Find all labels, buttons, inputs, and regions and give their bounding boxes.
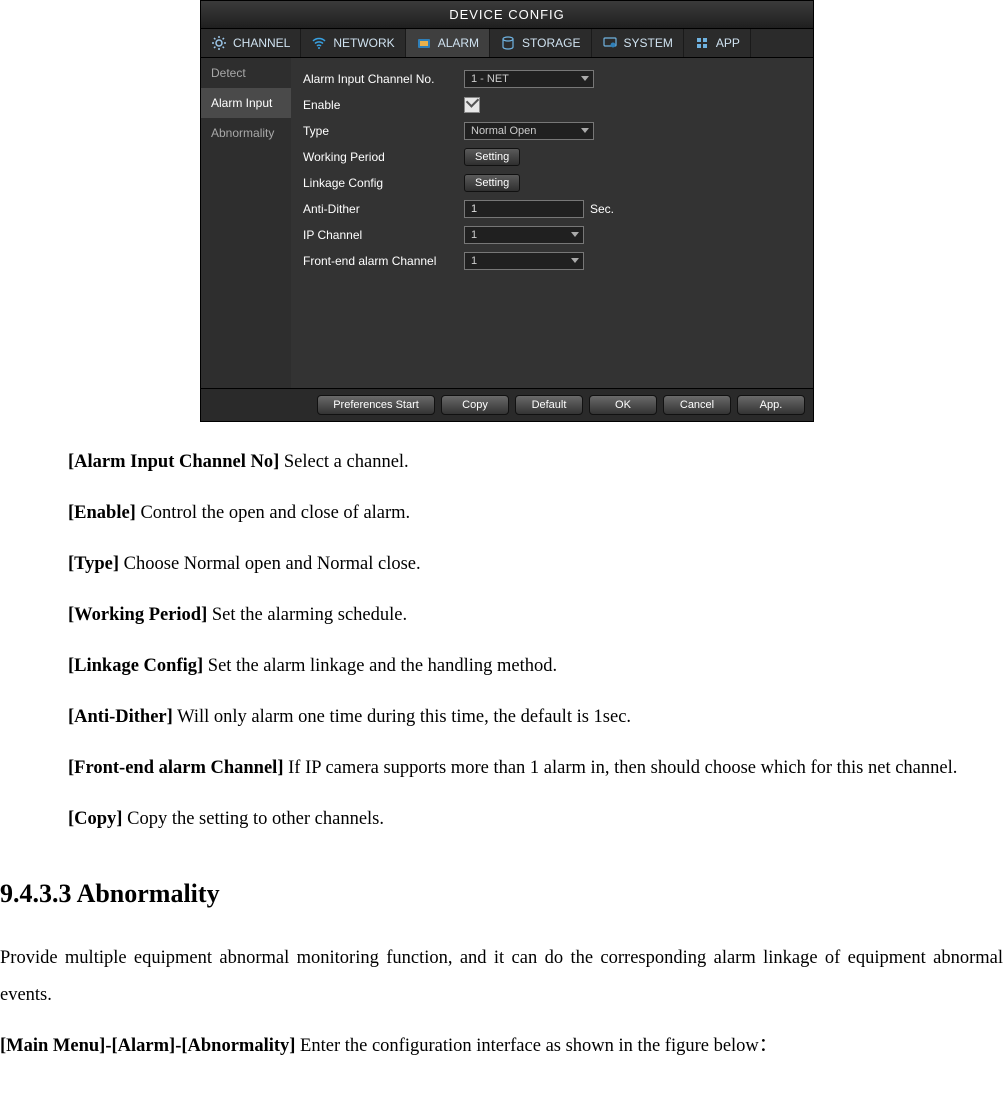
doc-desc: Control the open and close of alarm. bbox=[136, 503, 410, 523]
gear-icon bbox=[211, 35, 227, 51]
doc-term: [Copy] bbox=[68, 809, 122, 829]
label-alarm-channel: Alarm Input Channel No. bbox=[303, 72, 458, 86]
doc-term: [Anti-Dither] bbox=[68, 707, 173, 727]
doc-item: [Linkage Config] Set the alarm linkage a… bbox=[68, 648, 1003, 685]
doc-item: [Enable] Control the open and close of a… bbox=[68, 495, 1003, 532]
document-body: [Alarm Input Channel No] Select a channe… bbox=[0, 422, 1003, 1065]
form-area: Alarm Input Channel No. 1 - NET Enable T… bbox=[291, 58, 813, 388]
doc-desc: If IP camera supports more than 1 alarm … bbox=[284, 758, 958, 778]
tab-label: APP bbox=[716, 36, 740, 50]
doc-desc: Set the alarm linkage and the handling m… bbox=[203, 656, 557, 676]
btn-app[interactable]: App. bbox=[737, 395, 805, 415]
label-linkage: Linkage Config bbox=[303, 176, 458, 190]
section-heading: 9.4.3.3 Abnormality bbox=[0, 868, 1003, 920]
label-working-period: Working Period bbox=[303, 150, 458, 164]
checkbox-enable[interactable] bbox=[464, 97, 480, 113]
btn-working-period-setting[interactable]: Setting bbox=[464, 148, 520, 166]
doc-term: [Enable] bbox=[68, 503, 136, 523]
tab-label: STORAGE bbox=[522, 36, 580, 50]
label-type: Type bbox=[303, 124, 458, 138]
tab-network[interactable]: NETWORK bbox=[301, 29, 405, 57]
btn-linkage-setting[interactable]: Setting bbox=[464, 174, 520, 192]
label-enable: Enable bbox=[303, 98, 458, 112]
tab-alarm[interactable]: ALARM bbox=[406, 29, 490, 57]
label-anti-dither: Anti-Dither bbox=[303, 202, 458, 216]
doc-item: [Anti-Dither] Will only alarm one time d… bbox=[68, 699, 1003, 736]
doc-term: [Type] bbox=[68, 554, 119, 574]
tab-label: SYSTEM bbox=[624, 36, 673, 50]
nav-line: [Main Menu]-[Alarm]-[Abnormality] Enter … bbox=[0, 1028, 1003, 1065]
label-ip-channel: IP Channel bbox=[303, 228, 458, 242]
doc-desc: Set the alarming schedule. bbox=[207, 605, 407, 625]
select-front-end[interactable]: 1 bbox=[464, 252, 584, 270]
window-body: Detect Alarm Input Abnormality Alarm Inp… bbox=[201, 58, 813, 388]
nav-rest: Enter the configuration interface as sho… bbox=[295, 1036, 777, 1056]
sidebar-item-alarm-input[interactable]: Alarm Input bbox=[201, 88, 291, 118]
select-ip-channel[interactable]: 1 bbox=[464, 226, 584, 244]
section-paragraph: Provide multiple equipment abnormal moni… bbox=[0, 940, 1003, 1014]
sidebar: Detect Alarm Input Abnormality bbox=[201, 58, 291, 388]
doc-item: [Working Period] Set the alarming schedu… bbox=[68, 597, 1003, 634]
select-type[interactable]: Normal Open bbox=[464, 122, 594, 140]
storage-icon bbox=[500, 35, 516, 51]
alarm-icon bbox=[416, 35, 432, 51]
btn-ok[interactable]: OK bbox=[589, 395, 657, 415]
doc-item: [Front-end alarm Channel] If IP camera s… bbox=[68, 750, 1003, 787]
tab-label: CHANNEL bbox=[233, 36, 290, 50]
doc-desc: Select a channel. bbox=[279, 452, 408, 472]
label-sec: Sec. bbox=[590, 202, 614, 216]
nav-bold: [Main Menu]-[Alarm]-[Abnormality] bbox=[0, 1036, 295, 1056]
btn-preferences-start[interactable]: Preferences Start bbox=[317, 395, 435, 415]
select-alarm-channel[interactable]: 1 - NET bbox=[464, 70, 594, 88]
sidebar-item-abnormality[interactable]: Abnormality bbox=[201, 118, 291, 148]
tab-label: NETWORK bbox=[333, 36, 394, 50]
footer-buttons: Preferences Start Copy Default OK Cancel… bbox=[201, 388, 813, 421]
btn-copy[interactable]: Copy bbox=[441, 395, 509, 415]
doc-item: [Copy] Copy the setting to other channel… bbox=[68, 801, 1003, 838]
btn-default[interactable]: Default bbox=[515, 395, 583, 415]
doc-term: [Linkage Config] bbox=[68, 656, 203, 676]
btn-cancel[interactable]: Cancel bbox=[663, 395, 731, 415]
app-icon bbox=[694, 35, 710, 51]
window-title: DEVICE CONFIG bbox=[201, 1, 813, 29]
doc-term: [Working Period] bbox=[68, 605, 207, 625]
doc-item: [Alarm Input Channel No] Select a channe… bbox=[68, 444, 1003, 481]
tab-label: ALARM bbox=[438, 36, 479, 50]
sidebar-item-detect[interactable]: Detect bbox=[201, 58, 291, 88]
doc-term: [Alarm Input Channel No] bbox=[68, 452, 279, 472]
top-tabs: CHANNEL NETWORK ALARM STORAGE bbox=[201, 29, 813, 58]
input-anti-dither[interactable] bbox=[464, 200, 584, 218]
doc-term: [Front-end alarm Channel] bbox=[68, 758, 284, 778]
doc-item: [Type] Choose Normal open and Normal clo… bbox=[68, 546, 1003, 583]
tab-system[interactable]: SYSTEM bbox=[592, 29, 684, 57]
doc-desc: Copy the setting to other channels. bbox=[122, 809, 384, 829]
doc-desc: Choose Normal open and Normal close. bbox=[119, 554, 421, 574]
tab-app[interactable]: APP bbox=[684, 29, 751, 57]
wifi-icon bbox=[311, 35, 327, 51]
tab-channel[interactable]: CHANNEL bbox=[201, 29, 301, 57]
doc-desc: Will only alarm one time during this tim… bbox=[173, 707, 631, 727]
tab-storage[interactable]: STORAGE bbox=[490, 29, 591, 57]
label-front-end: Front-end alarm Channel bbox=[303, 254, 458, 268]
device-config-window: DEVICE CONFIG CHANNEL NETWORK ALARM bbox=[200, 0, 814, 422]
system-icon bbox=[602, 35, 618, 51]
